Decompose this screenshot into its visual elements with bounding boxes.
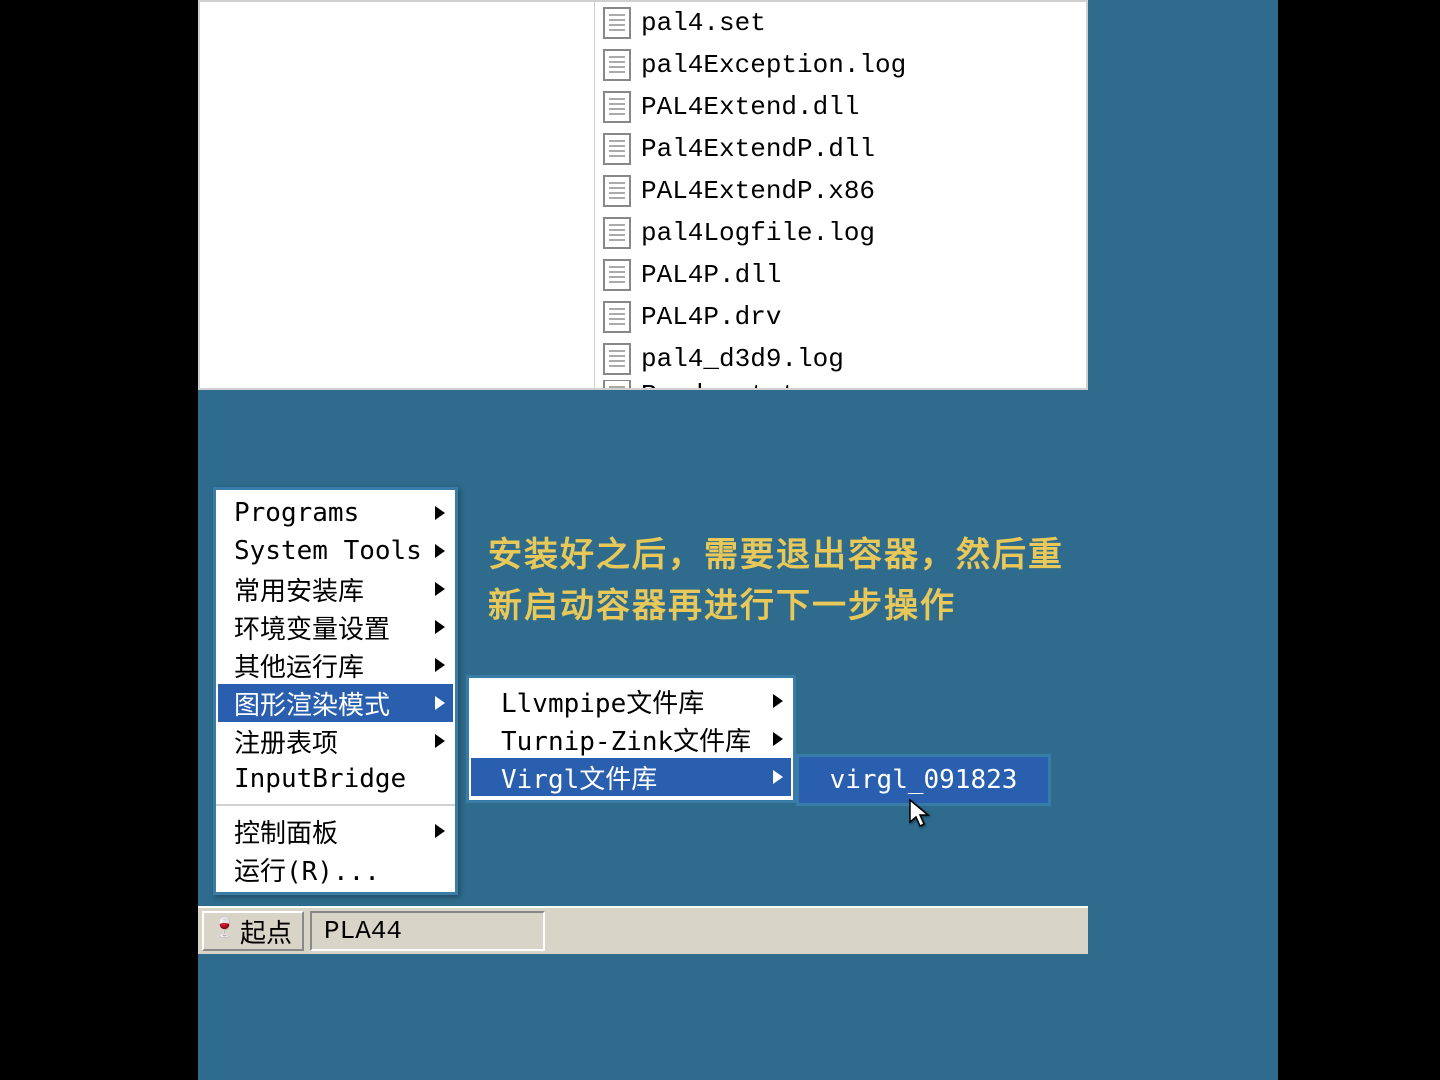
chevron-right-icon	[435, 506, 445, 520]
file-name: pal4Exception.log	[641, 50, 906, 80]
file-item[interactable]: Readme.txt	[595, 380, 1086, 388]
start-menu: Programs System Tools 常用安装库 环境变量设置 其他运行库…	[213, 487, 458, 895]
chevron-right-icon	[435, 544, 445, 558]
submenu-virgl-version-item[interactable]: virgl_091823	[801, 761, 1046, 799]
menu-label: 运行(R)...	[234, 851, 380, 888]
menu-label: 常用安装库	[234, 571, 364, 608]
annotation-line2: 新启动容器再进行下一步操作	[488, 581, 1064, 632]
chevron-right-icon	[435, 824, 445, 838]
chevron-right-icon	[435, 734, 445, 748]
taskbar-app-label: PLA44	[324, 916, 402, 946]
file-item[interactable]: PAL4ExtendP.x86	[595, 170, 1086, 212]
menu-label: Turnip-Zink文件库	[501, 721, 751, 758]
menu-run[interactable]: 运行(R)...	[218, 850, 453, 888]
submenu-turnip-zink[interactable]: Turnip-Zink文件库	[471, 720, 791, 758]
file-item[interactable]: pal4Logfile.log	[595, 212, 1086, 254]
chevron-right-icon	[435, 582, 445, 596]
submenu-llvmpipe[interactable]: Llvmpipe文件库	[471, 682, 791, 720]
menu-env-vars[interactable]: 环境变量设置	[218, 608, 453, 646]
taskbar-app-button[interactable]: PLA44	[310, 911, 545, 951]
menu-other-runtime[interactable]: 其他运行库	[218, 646, 453, 684]
file-browser-list-pane[interactable]: pal4.set pal4Exception.log PAL4Extend.dl…	[595, 2, 1086, 388]
file-icon	[603, 343, 631, 375]
menu-label: 控制面板	[234, 813, 338, 850]
chevron-right-icon	[435, 620, 445, 634]
chevron-right-icon	[435, 696, 445, 710]
file-icon	[603, 301, 631, 333]
file-icon	[603, 217, 631, 249]
start-button-label: 起点	[240, 913, 292, 950]
menu-registry[interactable]: 注册表项	[218, 722, 453, 760]
taskbar: 起点 PLA44	[198, 906, 1088, 954]
chevron-right-icon	[773, 732, 783, 746]
menu-label: System Tools	[234, 536, 422, 566]
menu-divider	[216, 804, 455, 806]
annotation-line1: 安装好之后，需要退出容器，然后重	[488, 530, 1064, 581]
file-name: pal4_d3d9.log	[641, 344, 844, 374]
chevron-right-icon	[773, 770, 783, 784]
menu-label: 注册表项	[234, 723, 338, 760]
chevron-right-icon	[435, 658, 445, 672]
menu-inputbridge[interactable]: InputBridge	[218, 760, 453, 798]
desktop-area: pal4.set pal4Exception.log PAL4Extend.dl…	[198, 0, 1278, 1080]
file-icon	[603, 259, 631, 291]
menu-label: virgl_091823	[830, 765, 1018, 795]
menu-graphics-render[interactable]: 图形渲染模式	[218, 684, 453, 722]
file-browser-tree-pane[interactable]	[200, 2, 595, 388]
file-name: Pal4ExtendP.dll	[641, 134, 875, 164]
file-item[interactable]: pal4.set	[595, 2, 1086, 44]
file-icon	[603, 175, 631, 207]
file-name: Readme.txt	[641, 380, 797, 388]
wine-icon	[214, 917, 234, 945]
annotation-text: 安装好之后，需要退出容器，然后重 新启动容器再进行下一步操作	[488, 530, 1064, 632]
file-icon	[603, 380, 631, 388]
file-icon	[603, 133, 631, 165]
menu-label: 图形渲染模式	[234, 685, 390, 722]
file-item[interactable]: PAL4P.drv	[595, 296, 1086, 338]
file-name: PAL4P.dll	[641, 260, 781, 290]
start-button[interactable]: 起点	[202, 911, 304, 951]
menu-common-install[interactable]: 常用安装库	[218, 570, 453, 608]
file-item[interactable]: pal4_d3d9.log	[595, 338, 1086, 380]
menu-label: Llvmpipe文件库	[501, 683, 704, 720]
menu-system-tools[interactable]: System Tools	[218, 532, 453, 570]
file-browser-window: pal4.set pal4Exception.log PAL4Extend.dl…	[198, 0, 1088, 390]
file-item[interactable]: Pal4ExtendP.dll	[595, 128, 1086, 170]
submenu-virgl-versions: virgl_091823	[796, 754, 1051, 806]
menu-control-panel[interactable]: 控制面板	[218, 812, 453, 850]
file-name: pal4.set	[641, 8, 766, 38]
file-name: pal4Logfile.log	[641, 218, 875, 248]
file-item[interactable]: pal4Exception.log	[595, 44, 1086, 86]
menu-label: 其他运行库	[234, 647, 364, 684]
menu-label: 环境变量设置	[234, 609, 390, 646]
file-icon	[603, 49, 631, 81]
file-icon	[603, 7, 631, 39]
submenu-graphics: Llvmpipe文件库 Turnip-Zink文件库 Virgl文件库	[466, 675, 796, 803]
file-item[interactable]: PAL4Extend.dll	[595, 86, 1086, 128]
file-item[interactable]: PAL4P.dll	[595, 254, 1086, 296]
submenu-virgl[interactable]: Virgl文件库	[471, 758, 791, 796]
file-name: PAL4P.drv	[641, 302, 781, 332]
chevron-right-icon	[773, 694, 783, 708]
menu-label: Programs	[234, 498, 359, 528]
menu-programs[interactable]: Programs	[218, 494, 453, 532]
file-name: PAL4Extend.dll	[641, 92, 859, 122]
menu-label: Virgl文件库	[501, 759, 657, 796]
file-icon	[603, 91, 631, 123]
file-name: PAL4ExtendP.x86	[641, 176, 875, 206]
menu-label: InputBridge	[234, 764, 406, 794]
